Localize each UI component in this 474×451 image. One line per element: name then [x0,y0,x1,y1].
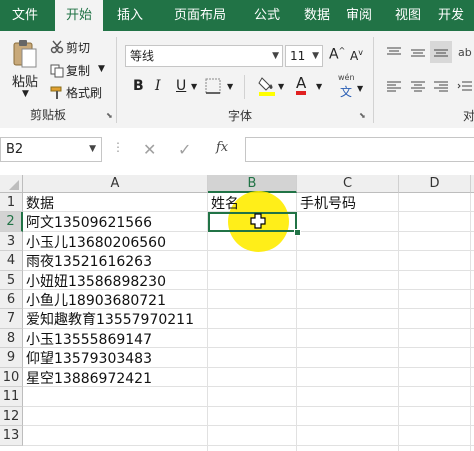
cell-a10[interactable]: 星空13886972421 [26,368,152,388]
gridline [23,406,474,407]
tab-view[interactable]: 视图 [385,0,431,31]
row-header-11[interactable]: 11 [0,387,23,407]
column-header-c[interactable]: C [297,175,399,193]
column-header-a[interactable]: A [23,175,208,193]
middle-align-icon[interactable] [410,45,426,64]
underline-dropdown-icon[interactable]: ▼ [191,82,197,91]
row-header-5[interactable]: 5 [0,271,23,290]
tab-home[interactable]: 开始 [55,0,103,31]
cell-a3[interactable]: 小玉儿13680206560 [26,232,166,252]
fill-handle[interactable] [294,229,301,236]
format-painter-icon [50,85,64,104]
clipboard-group-label: 剪贴板 [30,108,67,122]
borders-dropdown-icon[interactable]: ▼ [227,82,233,91]
row-header-6[interactable]: 6 [0,290,23,309]
copy-button[interactable]: 复制 [66,62,90,79]
bold-button[interactable]: B [133,78,144,94]
enter-icon[interactable]: ✓ [178,140,191,159]
fill-color-icon[interactable] [258,75,276,101]
copy-icon [50,63,64,82]
row-header-12[interactable]: 12 [0,407,23,426]
select-all-corner[interactable] [0,175,23,193]
cell-a4[interactable]: 雨夜13521616263 [26,251,152,271]
tab-formulas[interactable]: 公式 [242,0,292,31]
clipboard-dialog-launcher-icon[interactable]: ⬊ [106,111,113,120]
gridline [470,193,471,451]
tab-file[interactable]: 文件 [0,0,50,31]
row-header-7[interactable]: 7 [0,309,23,329]
formula-bar-resize-handle[interactable]: ⋮ [112,140,125,154]
tab-insert[interactable]: 插入 [106,0,154,31]
align-right-icon[interactable] [433,79,449,98]
ribbon-home: 粘贴 ▼ 剪切 复制 ▼ 格式刷 剪贴板 ⬊ 等线 ▼ 11 ▼ A^ Av B I… [0,31,474,129]
gridline [23,445,474,446]
cell-a7[interactable]: 爱知趣教育13557970211 [26,309,194,329]
format-painter-button[interactable]: 格式刷 [66,84,102,101]
cell-a8[interactable]: 小玉13555869147 [26,329,152,349]
row-header-10[interactable]: 10 [0,368,23,387]
bottom-align-icon[interactable] [430,41,452,63]
cut-icon [50,39,64,58]
column-header-d[interactable]: D [399,175,471,193]
phonetic-dropdown-icon[interactable]: ▼ [357,84,363,93]
phonetic-guide-button[interactable]: 文 [340,83,352,100]
row-header-9[interactable]: 9 [0,348,23,368]
italic-button[interactable]: I [155,78,161,94]
tab-review[interactable]: 审阅 [336,0,382,31]
group-divider [116,37,117,123]
cell-a6[interactable]: 小鱼儿18903680721 [26,290,166,310]
top-align-icon[interactable] [386,45,402,64]
cell-a1[interactable]: 数据 [26,193,54,213]
cancel-icon[interactable]: ✕ [143,140,156,159]
column-header-b[interactable]: B [208,175,297,193]
svg-text:ab: ab [458,46,472,59]
borders-icon[interactable] [205,78,221,98]
row-header-2[interactable]: 2 [0,212,23,232]
phonetic-guide-pinyin: wén [338,73,355,82]
font-color-dropdown-icon[interactable]: ▼ [316,82,322,91]
divider [244,75,245,99]
paste-dropdown-icon[interactable]: ▼ [22,89,29,99]
row-header-8[interactable]: 8 [0,329,23,348]
group-divider [373,37,374,123]
copy-dropdown-icon[interactable]: ▼ [98,64,105,74]
cell-a2[interactable]: 阿文13509621566 [26,212,152,232]
tab-developer[interactable]: 开发 [428,0,474,31]
cell-a9[interactable]: 仰望13579303483 [26,348,152,368]
paste-button[interactable]: 粘贴 [12,71,38,90]
cell-select-cursor-icon [250,213,266,233]
fill-color-dropdown-icon[interactable]: ▼ [278,82,284,91]
orientation-icon[interactable]: ab [457,43,473,63]
row-header-1[interactable]: 1 [0,193,23,212]
cell-b1[interactable]: 姓名 [211,193,239,213]
row-header-4[interactable]: 4 [0,251,23,271]
font-group-label: 字体 [228,109,253,123]
underline-button[interactable]: U [176,78,186,94]
formula-input[interactable] [245,137,474,162]
alignment-group-label: 对 [463,109,474,123]
indent-icon[interactable] [457,79,473,98]
cut-button[interactable]: 剪切 [66,39,90,56]
row-header-13[interactable]: 13 [0,426,23,446]
font-size-select[interactable]: 11 ▼ [285,45,323,67]
paste-icon[interactable] [12,39,38,73]
gridline [398,193,399,451]
cell-a5[interactable]: 小妞妞13586898230 [26,271,166,291]
cell-c1[interactable]: 手机号码 [300,193,356,213]
shrink-font-button[interactable]: Av [350,48,363,63]
font-dialog-launcher-icon[interactable]: ⬊ [359,111,366,120]
tab-data[interactable]: 数据 [292,0,342,31]
font-color-button[interactable]: A [296,75,307,95]
tab-page-layout[interactable]: 页面布局 [160,0,240,31]
insert-function-button[interactable]: fx [216,140,228,155]
ribbon-tab-bar: 文件 开始 插入 页面布局 公式 数据 审阅 视图 开发 [0,0,474,31]
align-left-icon[interactable] [386,79,402,98]
grow-font-button[interactable]: A^ [329,46,345,63]
gridline [23,425,474,426]
name-box[interactable]: B2 ▼ [0,137,102,162]
font-name-select[interactable]: 等线 ▼ [125,45,283,67]
align-center-icon[interactable] [410,79,426,98]
row-header-3[interactable]: 3 [0,232,23,251]
